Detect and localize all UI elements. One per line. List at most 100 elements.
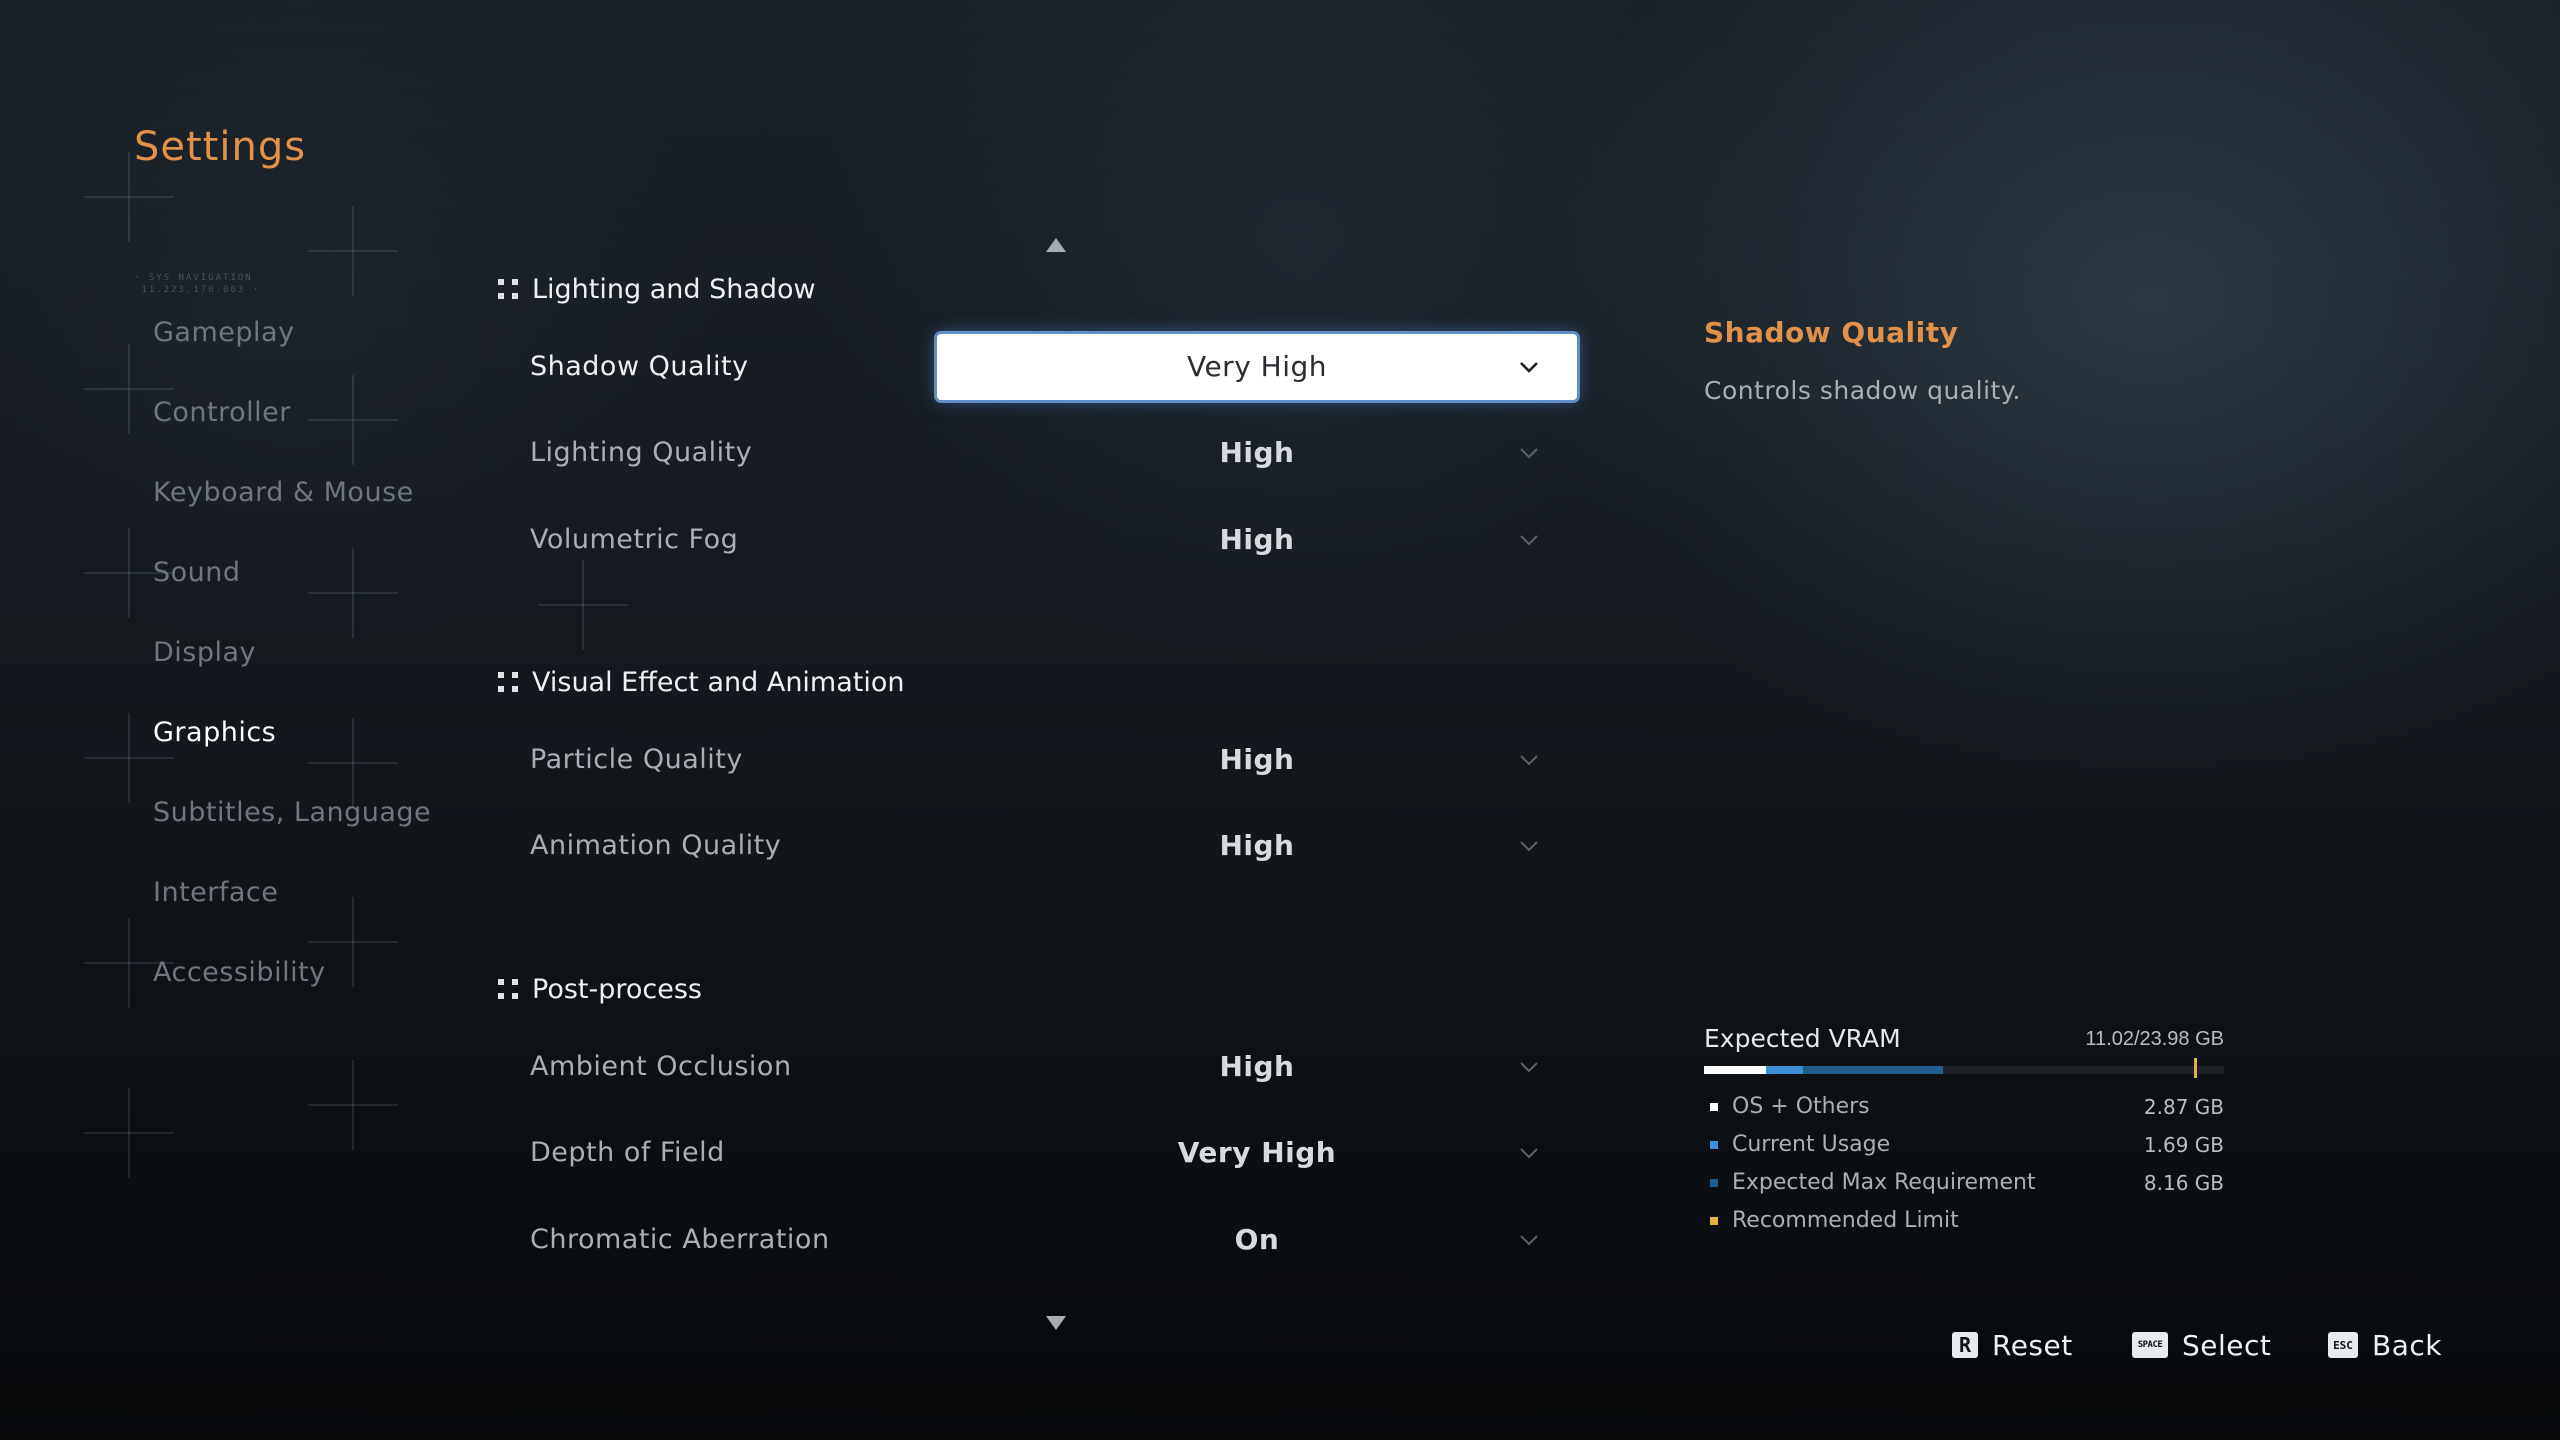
chevron-down-icon <box>1520 1235 1538 1246</box>
sidebar-item-gameplay[interactable]: Gameplay <box>153 313 473 393</box>
volumetric-fog-select[interactable]: High <box>937 507 1577 573</box>
sidebar-item-interface[interactable]: Interface <box>153 873 473 953</box>
chevron-down-icon <box>1520 755 1538 766</box>
chromatic-aberration-select[interactable]: On <box>937 1207 1577 1273</box>
setting-label: Lighting Quality <box>530 437 753 468</box>
legend-label: Expected Max Requirement <box>1732 1170 2036 1195</box>
decorative-cross <box>308 1060 398 1150</box>
section-header-visual-effect: Visual Effect and Animation <box>498 663 905 703</box>
setting-label: Depth of Field <box>530 1137 725 1168</box>
ambient-occlusion-select[interactable]: High <box>937 1034 1577 1100</box>
select-label: Select <box>2182 1328 2272 1362</box>
decorative-cross <box>84 1088 174 1178</box>
sidebar-item-subtitles-language[interactable]: Subtitles, Language <box>153 793 473 873</box>
setting-label: Ambient Occlusion <box>530 1051 792 1082</box>
legend-value: 2.87 GB <box>2143 1095 2224 1119</box>
depth-of-field-select[interactable]: Very High <box>937 1120 1577 1186</box>
legend-swatch <box>1710 1141 1718 1149</box>
chevron-down-icon <box>1520 1062 1538 1073</box>
setting-row-ambient-occlusion: Ambient Occlusion High <box>530 1034 1577 1100</box>
vram-usage-bar <box>1704 1058 2224 1078</box>
page-title: Settings <box>134 124 307 170</box>
chevron-down-icon <box>1520 535 1538 546</box>
sidebar-item-graphics[interactable]: Graphics <box>153 713 473 793</box>
vram-title: Expected VRAM <box>1704 1024 1901 1053</box>
setting-value: High <box>1219 829 1295 862</box>
sidebar-item-keyboard-mouse[interactable]: Keyboard & Mouse <box>153 473 473 553</box>
section-header-post-process: Post-process <box>498 970 702 1010</box>
legend-label: Recommended Limit <box>1732 1208 1959 1233</box>
setting-label: Particle Quality <box>530 744 743 775</box>
setting-label: Volumetric Fog <box>530 524 739 555</box>
vram-header: Expected VRAM 11.02/23.98 GB <box>1704 1024 2224 1060</box>
info-description: Controls shadow quality. <box>1704 376 2021 405</box>
animation-quality-select[interactable]: High <box>937 813 1577 879</box>
legend-label: OS + Others <box>1732 1094 1870 1119</box>
space-key-icon: SPACE <box>2132 1332 2168 1358</box>
section-dots-icon <box>498 279 520 301</box>
vram-recommended-limit-marker <box>2194 1058 2197 1078</box>
setting-label: Chromatic Aberration <box>530 1224 830 1255</box>
legend-swatch <box>1710 1103 1718 1111</box>
setting-row-chromatic-aberration: Chromatic Aberration On <box>530 1207 1577 1273</box>
particle-quality-select[interactable]: High <box>937 727 1577 793</box>
setting-label: Animation Quality <box>530 830 782 861</box>
scroll-up-icon[interactable] <box>1046 238 1066 252</box>
back-label: Back <box>2372 1328 2442 1362</box>
lighting-quality-select[interactable]: High <box>937 420 1577 486</box>
vram-segment-expected-max <box>1803 1066 1943 1074</box>
legend-label: Current Usage <box>1732 1132 1891 1157</box>
section-title: Post-process <box>532 974 702 1005</box>
legend-row-os-others: OS + Others 2.87 GB <box>1704 1088 2224 1126</box>
legend-row-current-usage: Current Usage 1.69 GB <box>1704 1126 2224 1164</box>
reset-button[interactable]: R Reset <box>1952 1325 2073 1365</box>
setting-label: Shadow Quality <box>530 351 749 382</box>
esc-key-icon: ESC <box>2328 1332 2358 1358</box>
section-header-lighting-shadow: Lighting and Shadow <box>498 270 816 310</box>
section-dots-icon <box>498 979 520 1001</box>
legend-value: 8.16 GB <box>2143 1171 2224 1195</box>
setting-value: High <box>1219 436 1295 469</box>
chevron-down-icon <box>1520 362 1538 373</box>
select-button[interactable]: SPACE Select <box>2132 1325 2271 1365</box>
setting-value: High <box>1219 1050 1295 1083</box>
vram-panel: Expected VRAM 11.02/23.98 GB OS + Others… <box>1704 1024 2224 1240</box>
legend-swatch <box>1710 1217 1718 1225</box>
legend-row-expected-max: Expected Max Requirement 8.16 GB <box>1704 1164 2224 1202</box>
setting-row-volumetric-fog: Volumetric Fog High <box>530 507 1577 573</box>
reset-label: Reset <box>1992 1328 2073 1362</box>
setting-value: High <box>1219 743 1295 776</box>
legend-row-recommended-limit: Recommended Limit <box>1704 1202 2224 1240</box>
settings-screen: Settings · SYS NAVIGATION 11.223.170.063… <box>0 0 2560 1440</box>
chevron-down-icon <box>1520 448 1538 459</box>
vram-segment-os-others <box>1704 1066 1766 1074</box>
setting-row-shadow-quality: Shadow Quality Very High <box>530 334 1577 400</box>
vram-legend: OS + Others 2.87 GB Current Usage 1.69 G… <box>1704 1088 2224 1240</box>
section-title: Lighting and Shadow <box>532 274 816 305</box>
sidebar: Gameplay Controller Keyboard & Mouse Sou… <box>153 313 473 1033</box>
setting-value: Very High <box>1186 350 1328 383</box>
chevron-down-icon <box>1520 1148 1538 1159</box>
sidebar-item-sound[interactable]: Sound <box>153 553 473 633</box>
chevron-down-icon <box>1520 841 1538 852</box>
setting-row-particle-quality: Particle Quality High <box>530 727 1577 793</box>
setting-value: On <box>1234 1223 1280 1256</box>
sidebar-item-controller[interactable]: Controller <box>153 393 473 473</box>
nav-tag: · SYS NAVIGATION 11.223.170.063 · <box>134 273 261 295</box>
back-button[interactable]: ESC Back <box>2328 1325 2442 1365</box>
setting-value: Very High <box>1177 1136 1337 1169</box>
sidebar-item-accessibility[interactable]: Accessibility <box>153 953 473 1033</box>
vram-total: 11.02/23.98 GB <box>2085 1028 2224 1050</box>
setting-row-animation-quality: Animation Quality High <box>530 813 1577 879</box>
info-title: Shadow Quality <box>1704 316 1959 349</box>
vram-segment-current-usage <box>1766 1066 1803 1074</box>
shadow-quality-select[interactable]: Very High <box>937 334 1577 400</box>
decorative-cross <box>538 560 628 650</box>
legend-swatch <box>1710 1179 1718 1187</box>
r-key-icon: R <box>1952 1332 1978 1358</box>
setting-value: High <box>1219 523 1295 556</box>
decorative-cross <box>308 206 398 296</box>
setting-row-lighting-quality: Lighting Quality High <box>530 420 1577 486</box>
sidebar-item-display[interactable]: Display <box>153 633 473 713</box>
section-dots-icon <box>498 672 520 694</box>
